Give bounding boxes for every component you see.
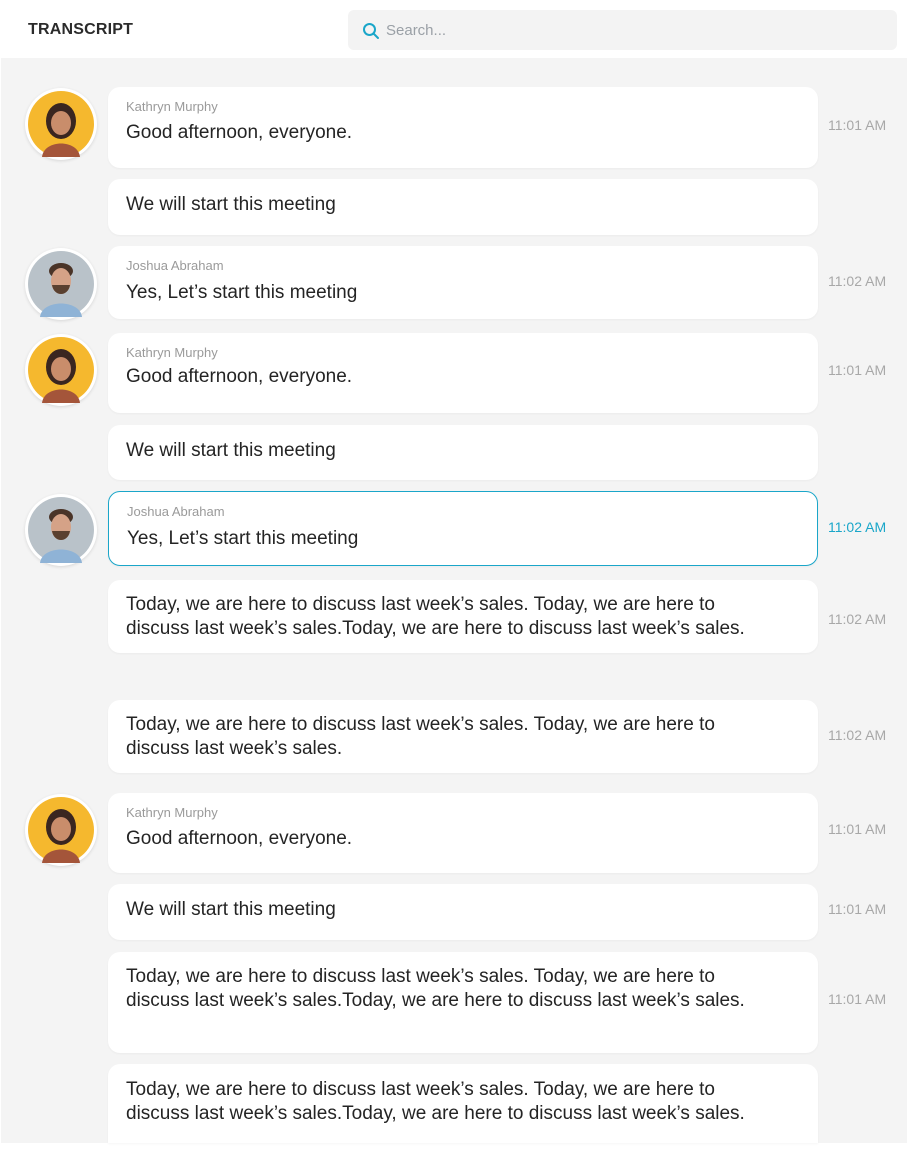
message-text: Good afternoon, everyone.	[126, 366, 353, 387]
avatar-kathryn-murphy	[25, 334, 97, 406]
search-box[interactable]	[348, 10, 897, 50]
message-text: Yes, Let’s start this meeting	[127, 528, 359, 549]
message-bubble[interactable]: Kathryn Murphy Good afternoon, everyone.	[108, 793, 818, 873]
speaker-name: Joshua Abraham	[127, 504, 225, 519]
message-bubble[interactable]: Kathryn Murphy Good afternoon, everyone.	[108, 333, 818, 413]
message-time-active: 11:02 AM	[828, 519, 887, 535]
message-text: We will start this meeting	[126, 440, 336, 461]
message-time: 11:01 AM	[828, 991, 887, 1007]
avatar-kathryn-murphy	[25, 88, 97, 160]
message-text: Today, we are here to discuss last week’…	[126, 714, 715, 759]
avatar-joshua-abraham	[25, 248, 97, 320]
message-bubble[interactable]: Today, we are here to discuss last week’…	[108, 952, 818, 1053]
message-text: Good afternoon, everyone.	[126, 828, 353, 849]
message-text: We will start this meeting	[126, 899, 336, 920]
message-text: Yes, Let’s start this meeting	[126, 282, 358, 303]
message-bubble-active[interactable]: Joshua Abraham Yes, Let’s start this mee…	[108, 491, 818, 566]
message-bubble[interactable]: Today, we are here to discuss last week’…	[108, 580, 818, 653]
speaker-name: Kathryn Murphy	[126, 805, 218, 820]
message-bubble[interactable]: Today, we are here to discuss last week’…	[108, 700, 818, 773]
message-text: Today, we are here to discuss last week’…	[126, 594, 745, 639]
message-time: 11:01 AM	[828, 362, 887, 378]
message-text: Today, we are here to discuss last week’…	[126, 966, 745, 1011]
search-icon	[363, 23, 379, 39]
page-title: TRANSCRIPT	[28, 21, 134, 38]
message-time: 11:02 AM	[828, 727, 887, 743]
search-input[interactable]	[386, 10, 886, 50]
message-bubble[interactable]: We will start this meeting	[108, 425, 818, 480]
message-time: 11:01 AM	[828, 117, 887, 133]
speaker-name: Joshua Abraham	[126, 258, 224, 273]
message-bubble[interactable]: Kathryn Murphy Good afternoon, everyone.	[108, 87, 818, 168]
message-bubble[interactable]: We will start this meeting	[108, 884, 818, 940]
message-time: 11:01 AM	[828, 821, 887, 837]
avatar-joshua-abraham	[25, 494, 97, 566]
speaker-name: Kathryn Murphy	[126, 99, 218, 114]
message-text: We will start this meeting	[126, 194, 336, 215]
message-bubble[interactable]: Joshua Abraham Yes, Let’s start this mee…	[108, 246, 818, 319]
message-text: Today, we are here to discuss last week’…	[126, 1079, 745, 1124]
message-time: 11:02 AM	[828, 611, 887, 627]
message-time: 11:02 AM	[828, 273, 887, 289]
message-bubble[interactable]: Today, we are here to discuss last week’…	[108, 1064, 818, 1143]
avatar-kathryn-murphy	[25, 794, 97, 866]
speaker-name: Kathryn Murphy	[126, 345, 218, 360]
message-time: 11:01 AM	[828, 901, 887, 917]
message-bubble[interactable]: We will start this meeting	[108, 179, 818, 235]
message-text: Good afternoon, everyone.	[126, 122, 353, 143]
transcript-header: TRANSCRIPT	[0, 0, 908, 58]
